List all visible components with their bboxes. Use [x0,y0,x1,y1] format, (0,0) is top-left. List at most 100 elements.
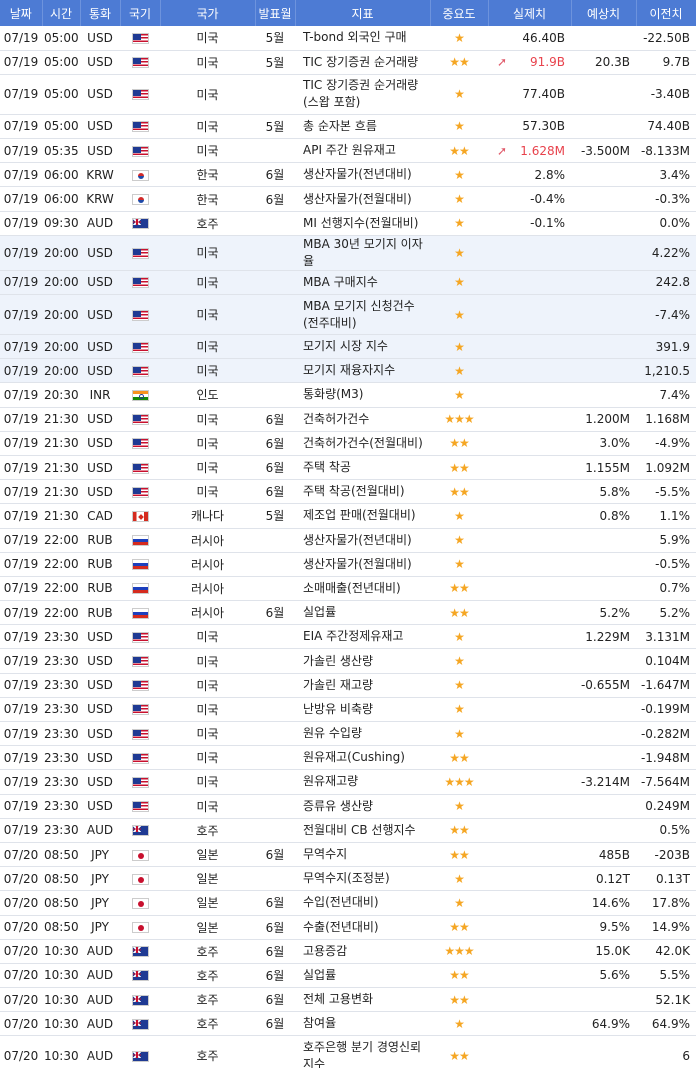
indicator-name[interactable]: 무역수지 [295,842,430,868]
header-flag[interactable]: 국기 [120,0,161,26]
header-previous[interactable]: 이전치 [636,0,696,26]
header-period[interactable]: 발표월 [255,0,296,26]
indicator-name[interactable]: 통화량(M3) [295,382,430,408]
header-country[interactable]: 국가 [160,0,256,26]
indicator-name[interactable]: EIA 주간정제유재고 [295,624,430,650]
table-row[interactable]: 07/19 22:00 RUB 러시아 생산자물가(전월대비) ★ -0.5% [0,552,696,577]
flag-cell [120,697,160,723]
indicator-name[interactable]: MBA 구매지수 [295,270,430,296]
table-row[interactable]: 07/19 22:00 RUB 러시아 소매매출(전년대비) ★★ 0.7% [0,576,696,602]
indicator-name[interactable]: API 주간 원유재고 [295,138,430,164]
table-row[interactable]: 07/19 23:30 USD 미국 원유재고(Cushing) ★★ -1.948M [0,745,696,771]
table-row[interactable]: 07/20 08:50 JPY 일본 무역수지(조정분) ★ 0.12T 0.13T [0,866,696,892]
indicator-name[interactable]: 생산자물가(전년대비) [295,528,430,553]
importance-stars-icon: ★★ [430,576,488,602]
indicator-name[interactable]: 가솔린 재고량 [295,673,430,698]
indicator-name[interactable]: 원유 수입량 [295,721,430,747]
table-row[interactable]: 07/20 08:50 JPY 일본 6월 수출(전년대비) ★★ 9.5% 14.9% [0,915,696,940]
table-row[interactable]: 07/19 09:30 AUD 호주 MI 선행지수(전월대비) ★ -0.1% 0.0% [0,211,696,236]
table-row[interactable]: 07/19 23:30 USD 미국 난방유 비축량 ★ -0.199M [0,697,696,723]
table-row[interactable]: 07/19 23:30 USD 미국 원유 수입량 ★ -0.282M [0,721,696,747]
header-currency[interactable]: 통화 [80,0,121,26]
indicator-name[interactable]: 수출(전년대비) [295,915,430,940]
table-row[interactable]: 07/20 10:30 AUD 호주 호주은행 분기 경영신뢰지수 ★★ 6 [0,1035,696,1068]
table-row[interactable]: 07/19 23:30 USD 미국 증류유 생산량 ★ 0.249M [0,794,696,819]
header-time[interactable]: 시간 [42,0,81,26]
header-forecast[interactable]: 예상치 [571,0,637,26]
indicator-name[interactable]: 제조업 판매(전월대비) [295,503,430,529]
table-row[interactable]: 07/19 23:30 USD 미국 EIA 주간정제유재고 ★ 1.229M 3.131M [0,624,696,650]
table-row[interactable]: 07/19 21:30 USD 미국 6월 건축허가건수(전월대비) ★★ 3.0% -4.9% [0,431,696,456]
table-row[interactable]: 07/19 05:00 USD 미국 TIC 장기증권 순거래량(스왑 포함) ★ 77.4… [0,74,696,115]
us-flag-icon [131,32,149,44]
indicator-name[interactable]: 생산자물가(전년대비) [295,162,430,188]
indicator-name[interactable]: 호주은행 분기 경영신뢰지수 [295,1035,430,1068]
indicator-name[interactable]: 고용증감 [295,939,430,964]
indicator-name[interactable]: 모기지 시장 지수 [295,334,430,360]
importance-stars-icon: ★ [430,890,488,916]
header-date[interactable]: 날짜 [0,0,43,26]
indicator-name[interactable]: MI 선행지수(전월대비) [295,211,430,236]
indicator-name[interactable]: 실업률 [295,963,430,989]
header-actual[interactable]: 실제치 [488,0,572,26]
indicator-name[interactable]: 생산자물가(전월대비) [295,552,430,577]
indicator-name[interactable]: 실업률 [295,600,430,626]
table-row[interactable]: 07/19 21:30 USD 미국 6월 주택 착공(전월대비) ★★ 5.8% -5.5% [0,479,696,505]
table-row[interactable]: 07/20 10:30 AUD 호주 6월 고용증감 ★★★ 15.0K 42.0K [0,939,696,964]
table-row[interactable]: 07/19 06:00 KRW 한국 6월 생산자물가(전년대비) ★ 2.8% 3.4% [0,162,696,188]
indicator-name[interactable]: MBA 30년 모기지 이자율 [295,235,430,271]
table-row[interactable]: 07/19 20:00 USD 미국 MBA 구매지수 ★ 242.8 [0,270,696,296]
table-row[interactable]: 07/19 20:00 USD 미국 MBA 모기지 신청건수(전주대비) ★ -7.4% [0,294,696,335]
indicator-name[interactable]: 수입(전년대비) [295,890,430,916]
indicator-name[interactable]: 원유재고량 [295,769,430,795]
table-row[interactable]: 07/19 22:00 RUB 러시아 6월 실업률 ★★ 5.2% 5.2% [0,600,696,626]
table-row[interactable]: 07/19 21:30 USD 미국 6월 건축허가건수 ★★★ 1.200M 1.168M [0,407,696,432]
indicator-name[interactable]: 소매매출(전년대비) [295,576,430,602]
indicator-name[interactable]: 생산자물가(전월대비) [295,186,430,212]
indicator-name[interactable]: TIC 장기증권 순거래량(스왑 포함) [295,74,430,115]
indicator-name[interactable]: 건축허가건수(전월대비) [295,431,430,456]
indicator-name[interactable]: 원유재고(Cushing) [295,745,430,771]
indicator-name[interactable]: 무역수지(조정분) [295,866,430,892]
table-row[interactable]: 07/19 20:00 USD 미국 MBA 30년 모기지 이자율 ★ 4.22% [0,235,696,271]
table-row[interactable]: 07/19 05:00 USD 미국 5월 총 순자본 흐름 ★ 57.30B 74.40B [0,114,696,140]
table-row[interactable]: 07/20 08:50 JPY 일본 6월 무역수지 ★★ 485B -203B [0,842,696,868]
table-row[interactable]: 07/19 05:35 USD 미국 API 주간 원유재고 ★★ ➚ 1.628M -3.50… [0,138,696,164]
indicator-name[interactable]: 전월대비 CB 선행지수 [295,818,430,843]
table-row[interactable]: 07/19 23:30 AUD 호주 전월대비 CB 선행지수 ★★ 0.5% [0,818,696,843]
table-row[interactable]: 07/19 23:30 USD 미국 가솔린 재고량 ★ -0.655M -1.647M [0,673,696,698]
indicator-name[interactable]: MBA 모기지 신청건수(전주대비) [295,294,430,335]
indicator-name[interactable]: 전체 고용변화 [295,987,430,1013]
table-row[interactable]: 07/19 06:00 KRW 한국 6월 생산자물가(전월대비) ★ -0.4% -0.3% [0,186,696,212]
table-row[interactable]: 07/19 20:00 USD 미국 모기지 재융자지수 ★ 1,210.5 [0,358,696,384]
indicator-name[interactable]: 주택 착공 [295,455,430,481]
indicator-name[interactable]: 참여율 [295,1011,430,1037]
country-cell: 러시아 [160,552,255,577]
table-row[interactable]: 07/19 23:30 USD 미국 가솔린 생산량 ★ 0.104M [0,648,696,674]
table-row[interactable]: 07/20 10:30 AUD 호주 6월 참여율 ★ 64.9% 64.9% [0,1011,696,1037]
table-row[interactable]: 07/19 23:30 USD 미국 원유재고량 ★★★ -3.214M -7.564M [0,769,696,795]
us-flag-icon [131,247,149,259]
indicator-name[interactable]: 난방유 비축량 [295,697,430,723]
importance-stars-icon: ★ [430,114,488,140]
indicator-name[interactable]: 가솔린 생산량 [295,648,430,674]
indicator-name[interactable]: TIC 장기증권 순거래량 [295,50,430,75]
table-row[interactable]: 07/19 22:00 RUB 러시아 생산자물가(전년대비) ★ 5.9% [0,528,696,553]
indicator-name[interactable]: 모기지 재융자지수 [295,358,430,384]
table-row[interactable]: 07/19 20:00 USD 미국 모기지 시장 지수 ★ 391.9 [0,334,696,360]
table-row[interactable]: 07/20 08:50 JPY 일본 6월 수입(전년대비) ★ 14.6% 17.8% [0,890,696,916]
table-row[interactable]: 07/20 10:30 AUD 호주 6월 실업률 ★★ 5.6% 5.5% [0,963,696,989]
table-row[interactable]: 07/19 05:00 USD 미국 5월 T-bond 외국인 구매 ★ 46.40B -22… [0,26,696,51]
table-row[interactable]: 07/19 21:30 CAD 캐나다 5월 제조업 판매(전월대비) ★ 0.8% 1.1% [0,503,696,529]
indicator-name[interactable]: T-bond 외국인 구매 [295,26,430,51]
header-indicator[interactable]: 지표 [295,0,431,26]
indicator-name[interactable]: 건축허가건수 [295,407,430,432]
table-row[interactable]: 07/19 20:30 INR 인도 통화량(M3) ★ 7.4% [0,382,696,408]
indicator-name[interactable]: 주택 착공(전월대비) [295,479,430,505]
header-importance[interactable]: 중요도 [430,0,489,26]
table-row[interactable]: 07/20 10:30 AUD 호주 6월 전체 고용변화 ★★ 52.1K [0,987,696,1013]
table-row[interactable]: 07/19 05:00 USD 미국 5월 TIC 장기증권 순거래량 ★★ ➚ 91.9B 20… [0,50,696,75]
table-row[interactable]: 07/19 21:30 USD 미국 6월 주택 착공 ★★ 1.155M 1.092M [0,455,696,481]
indicator-name[interactable]: 총 순자본 흐름 [295,114,430,140]
indicator-name[interactable]: 증류유 생산량 [295,794,430,819]
